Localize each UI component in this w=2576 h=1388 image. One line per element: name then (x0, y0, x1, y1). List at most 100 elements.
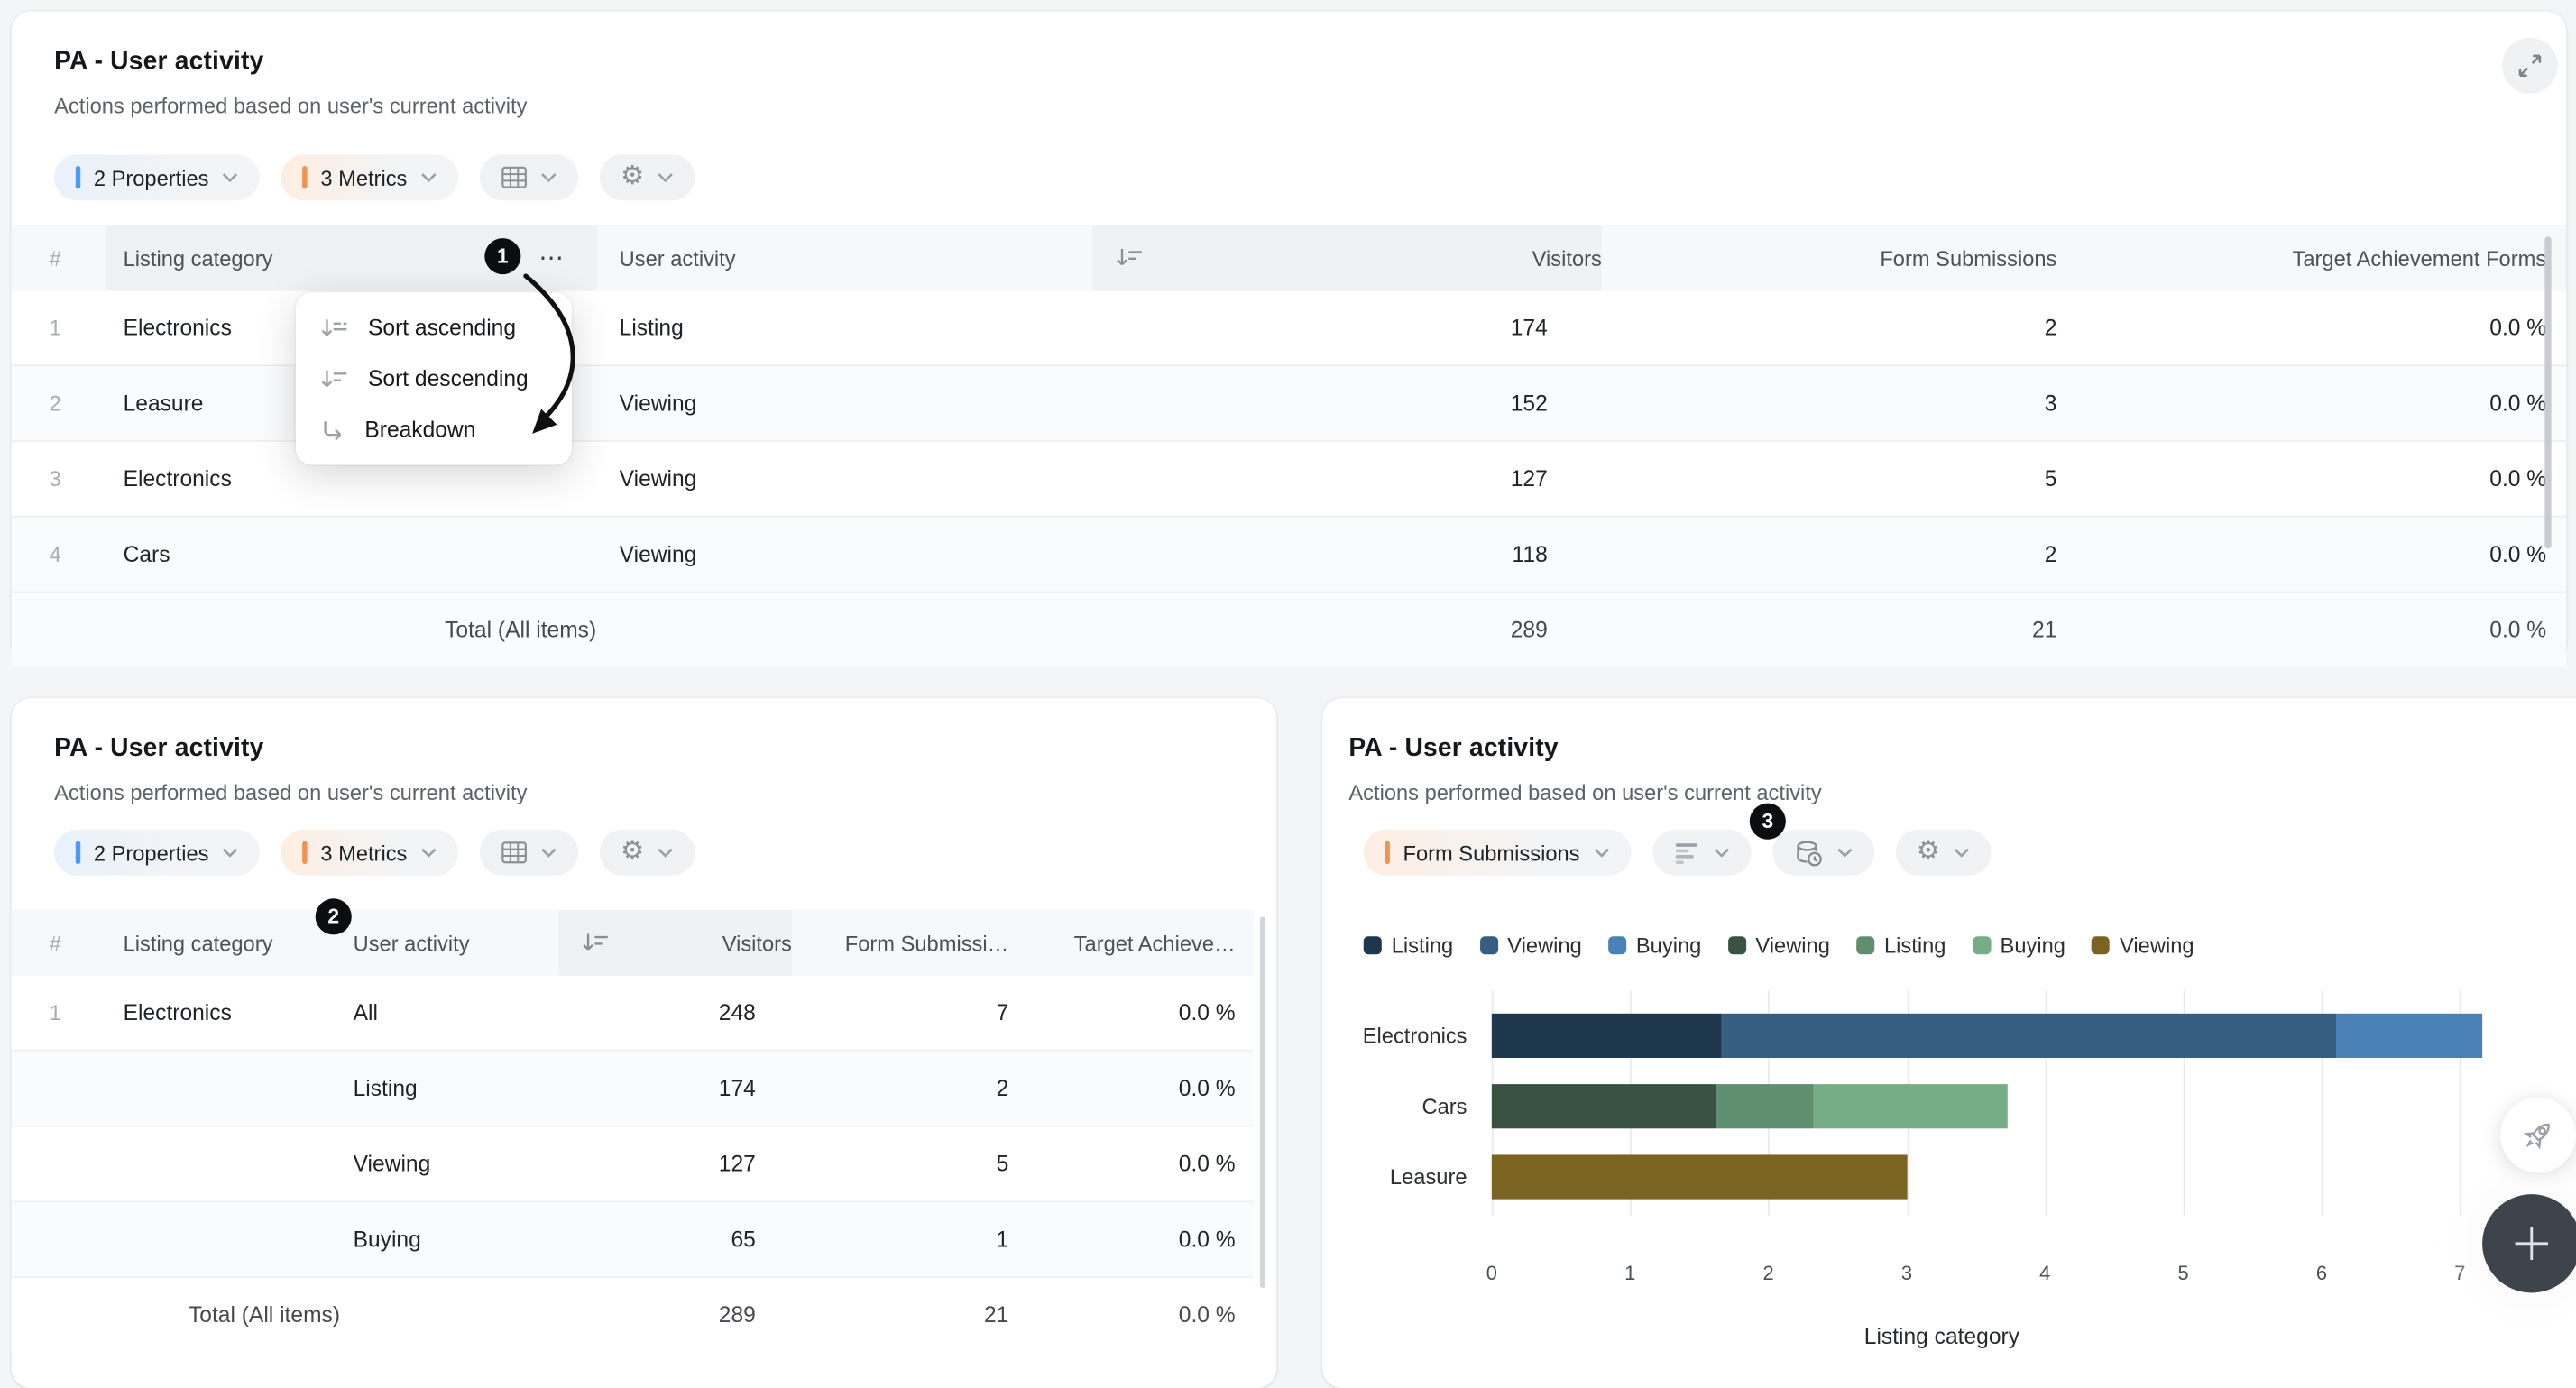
table-header-row: # Listing categoryUser activity VisitorsF… (12, 910, 1254, 976)
column-header[interactable]: User activity (596, 225, 1092, 291)
table-row[interactable]: 4CarsViewing11820.0 % (12, 518, 2566, 593)
table-grid-icon (501, 166, 527, 188)
table-cell: 0.0 % (2076, 391, 2566, 415)
x-tick-label: 5 (2178, 1262, 2189, 1284)
legend-swatch (1973, 936, 1991, 954)
table-total-cell: 0.0 % (1018, 1302, 1253, 1327)
assistant-button[interactable] (2500, 1098, 2576, 1173)
properties-chip[interactable]: 2 Properties (54, 154, 260, 200)
chevron-down-icon (222, 848, 238, 858)
metric-chip[interactable]: Form Submissions (1364, 830, 1631, 876)
x-tick-label: 1 (1624, 1262, 1635, 1284)
legend-swatch (1608, 936, 1626, 954)
x-axis-title: Listing category (1864, 1324, 2019, 1348)
bar-electronics (1492, 1014, 2482, 1058)
bar-segment-buying (2337, 1014, 2482, 1058)
legend-swatch (1727, 936, 1745, 954)
legend-label: Viewing (2120, 933, 2194, 958)
legend-item: Listing (1856, 933, 1946, 958)
sort-descending-icon (1114, 246, 1144, 269)
gear-icon: ⚙ (621, 840, 644, 866)
table-cell: 118 (1092, 542, 1602, 566)
metrics-indicator (302, 841, 307, 864)
x-tick-label: 2 (1762, 1262, 1773, 1284)
category-label: Cars (1322, 1094, 1467, 1118)
menu-item-breakdown[interactable]: Breakdown (296, 404, 572, 455)
data-source-chip[interactable] (1772, 830, 1874, 876)
table-total-cell: 0.0 % (2076, 618, 2566, 642)
table-row[interactable]: Viewing12750.0 % (12, 1126, 1254, 1202)
column-header[interactable]: Target Achieve… (1018, 910, 1253, 976)
bar-leasure (1492, 1154, 1907, 1199)
column-header-label: # (50, 931, 61, 955)
chevron-down-icon (420, 848, 437, 858)
more-options-icon[interactable]: ⋯ (538, 244, 565, 273)
widget-breakdown-table: PA - User activity Actions performed bas… (12, 698, 1276, 1388)
view-type-chip[interactable] (480, 154, 578, 200)
table-row[interactable]: Buying6510.0 % (12, 1202, 1254, 1278)
table-cell: 7 (792, 1000, 1018, 1025)
table-total-cell: 21 (792, 1302, 1018, 1327)
annotation-badge-3: 3 (1750, 804, 1786, 840)
column-header[interactable]: Listing category (106, 225, 596, 291)
column-header[interactable]: Target Achievement Forms (2076, 225, 2566, 291)
bar-segment-listing (1492, 1014, 1722, 1058)
column-header-sorted[interactable]: Visitors (558, 910, 792, 976)
column-header[interactable]: # (12, 910, 94, 976)
expand-widget-button[interactable] (2502, 38, 2558, 94)
column-header[interactable]: Listing category (94, 910, 340, 976)
table-row[interactable]: Listing17420.0 % (12, 1052, 1254, 1127)
column-header[interactable]: Form Submissions (1602, 225, 2076, 291)
bar-segment-viewing (1721, 1014, 2336, 1058)
sort-ascending-icon (318, 317, 350, 339)
plus-icon (2512, 1224, 2552, 1264)
metric-chip-label: Form Submissions (1403, 841, 1579, 865)
database-clock-icon (1793, 839, 1823, 867)
table-cell: 1 (792, 1227, 1018, 1252)
table-cell: 127 (1092, 466, 1602, 491)
table-cell: 248 (558, 1000, 792, 1025)
metrics-chip-label: 3 Metrics (320, 841, 407, 865)
menu-item-sort-ascending[interactable]: Sort ascending (296, 302, 572, 353)
table-scrollbar[interactable] (1260, 916, 1265, 1288)
menu-item-sort-descending[interactable]: Sort descending (296, 354, 572, 404)
table-scrollbar[interactable] (2544, 236, 2551, 548)
table-cell: 3 (12, 466, 107, 491)
column-header-label: Listing category (124, 245, 273, 270)
properties-chip[interactable]: 2 Properties (54, 830, 260, 876)
table-cell: 0.0 % (2076, 316, 2566, 340)
expand-icon (2516, 51, 2545, 80)
settings-chip[interactable]: ⚙ (599, 154, 695, 200)
table-cell: Cars (106, 542, 596, 566)
table-cell: 1 (12, 316, 107, 340)
bar-segment-viewing (1492, 1154, 1907, 1199)
view-type-chip[interactable] (480, 830, 578, 876)
column-header-sorted[interactable]: Visitors (1092, 225, 1602, 291)
table-total-cell: 21 (1602, 618, 2076, 642)
widget-user-activity-table: PA - User activity Actions performed bas… (12, 12, 2566, 662)
dashboard: PA - User activity Actions performed bas… (0, 0, 2576, 1334)
table-cell: Listing (596, 316, 1092, 340)
settings-chip[interactable]: ⚙ (1895, 830, 1991, 876)
metrics-chip[interactable]: 3 Metrics (281, 830, 458, 876)
x-tick-label: 7 (2454, 1262, 2465, 1284)
chart-legend: Listing Viewing Buying Viewing Listing B… (1364, 933, 2194, 958)
column-header[interactable]: # (12, 225, 107, 291)
sort-descending-icon (318, 367, 350, 390)
menu-item-label: Sort ascending (368, 316, 516, 340)
chevron-down-icon (540, 848, 557, 858)
chart-type-chip[interactable] (1652, 830, 1751, 876)
settings-chip[interactable]: ⚙ (599, 830, 695, 876)
rocket-icon (2518, 1116, 2558, 1155)
widget-chart: PA - User activity Actions performed bas… (1322, 698, 2576, 1388)
add-widget-button[interactable] (2482, 1194, 2576, 1292)
metrics-chip[interactable]: 3 Metrics (281, 154, 458, 200)
table-cell: 0.0 % (1018, 1076, 1253, 1100)
column-header[interactable]: Form Submissi… (792, 910, 1018, 976)
column-header[interactable]: User activity (340, 910, 558, 976)
category-label: Electronics (1322, 1024, 1467, 1048)
table-row[interactable]: 1ElectronicsAll24870.0 % (12, 976, 1254, 1052)
table-cell: Electronics (94, 1000, 340, 1025)
table-grid-icon (501, 841, 527, 864)
table-cell: 2 (792, 1076, 1018, 1100)
